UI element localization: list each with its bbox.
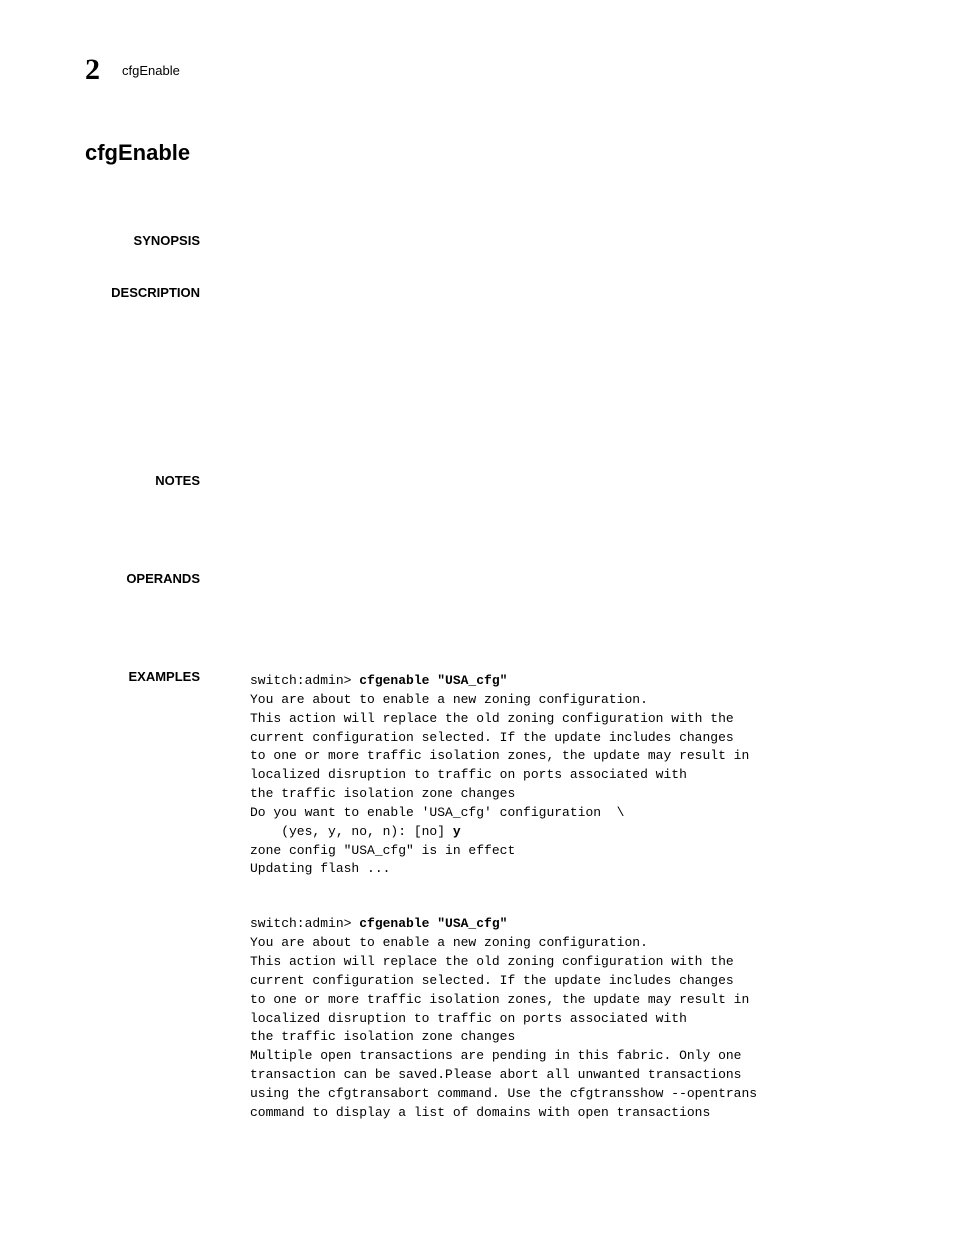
operands-row: OPERANDS — [85, 570, 869, 588]
description-label: DESCRIPTION — [111, 285, 200, 300]
code2-body: You are about to enable a new zoning con… — [250, 935, 757, 1120]
command-title: cfgEnable — [85, 140, 869, 166]
code1-tail: zone config "USA_cfg" is in effect Updat… — [250, 843, 515, 877]
manual-page: 2 cfgEnable cfgEnable SYNOPSIS DESCRIPTI… — [0, 0, 954, 1235]
code1-cmd: cfgenable "USA_cfg" — [359, 673, 507, 688]
examples-label: EXAMPLES — [128, 669, 200, 684]
description-row: DESCRIPTION — [85, 284, 869, 302]
code2-prefix: switch:admin> — [250, 916, 359, 931]
code1-prefix: switch:admin> — [250, 673, 359, 688]
synopsis-label: SYNOPSIS — [134, 233, 200, 248]
example-code-1: switch:admin> cfgenable "USA_cfg" You ar… — [250, 672, 869, 879]
notes-row: NOTES — [85, 472, 869, 490]
page-header: 2 cfgEnable — [85, 55, 869, 85]
notes-label: NOTES — [155, 473, 200, 488]
code1-input: y — [453, 824, 461, 839]
code2-cmd: cfgenable "USA_cfg" — [359, 916, 507, 931]
examples-body: switch:admin> cfgenable "USA_cfg" You ar… — [250, 668, 869, 1123]
header-command: cfgEnable — [122, 63, 180, 78]
examples-row: EXAMPLES switch:admin> cfgenable "USA_cf… — [85, 668, 869, 1123]
example-code-2: switch:admin> cfgenable "USA_cfg" You ar… — [250, 915, 869, 1122]
synopsis-row: SYNOPSIS — [85, 232, 869, 250]
operands-label: OPERANDS — [126, 571, 200, 586]
chapter-number: 2 — [85, 55, 100, 85]
code1-body: You are about to enable a new zoning con… — [250, 692, 749, 839]
